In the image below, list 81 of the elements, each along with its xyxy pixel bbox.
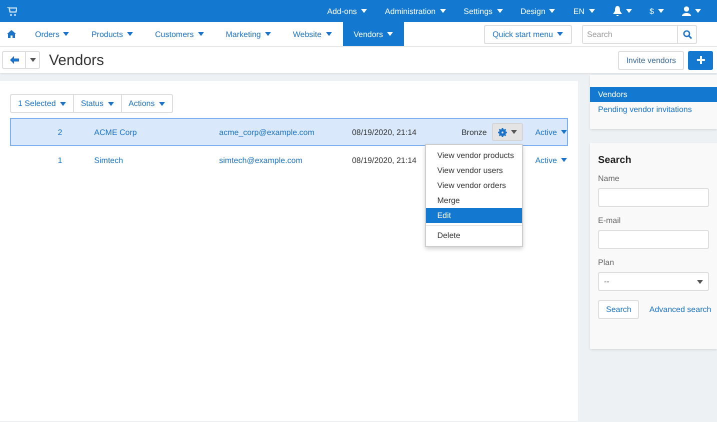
vendor-email-link[interactable]: simtech@example.com — [219, 156, 352, 164]
vendor-id: 1 — [56, 156, 62, 164]
field-label: E-mail — [598, 216, 622, 225]
vendor-email-link[interactable]: acme_corp@example.com — [219, 128, 352, 136]
sidebar-item[interactable]: Vendors — [590, 87, 717, 102]
caret-icon — [264, 32, 271, 36]
caret-icon — [549, 9, 556, 13]
registration-date: 08/19/2020, 21:14 — [352, 156, 418, 164]
caret-icon — [360, 9, 367, 13]
nav-tab[interactable]: Vendors — [342, 22, 404, 46]
caret-icon — [198, 32, 204, 36]
user-icon — [682, 6, 691, 16]
caret-icon — [588, 9, 595, 13]
bulk-dropdown-button[interactable]: 1 Selected — [11, 95, 73, 112]
cart-icon — [7, 6, 17, 16]
caret-icon — [127, 32, 134, 36]
page-title: Vendors — [49, 52, 104, 68]
top-menu-item[interactable]: EN — [565, 0, 603, 22]
nav-tab[interactable]: Orders — [24, 22, 80, 46]
home-icon — [7, 30, 16, 38]
search-field[interactable]: Search — [582, 24, 697, 44]
top-menu-item[interactable]: Add-ons — [319, 0, 375, 22]
caret-icon — [557, 32, 563, 36]
plan-select[interactable]: -- — [598, 272, 709, 291]
search-heading: Search — [598, 155, 632, 166]
menu-item[interactable]: View vendor users — [426, 163, 522, 178]
settings-button[interactable] — [492, 123, 524, 141]
top-menu-item[interactable]: Administration — [376, 0, 454, 22]
history-dropdown-button[interactable] — [25, 52, 39, 68]
caret-icon — [60, 102, 66, 106]
caret-icon — [658, 9, 664, 13]
bulk-dropdown-button[interactable]: Status — [72, 95, 120, 112]
nav-tab[interactable]: Products — [80, 22, 144, 46]
caret-icon — [511, 130, 518, 134]
caret-icon — [108, 102, 114, 106]
caret-icon — [386, 32, 393, 36]
menu-item[interactable]: Edit — [426, 208, 522, 223]
bulk-dropdown-button[interactable]: Actions — [120, 95, 172, 112]
add-button[interactable] — [688, 50, 713, 70]
invite-vendors-button[interactable]: Invite vendors — [618, 50, 684, 70]
input-field[interactable] — [598, 188, 709, 207]
caret-icon — [697, 280, 703, 284]
search-icon — [682, 30, 692, 38]
status-dropdown[interactable]: Active — [535, 128, 567, 136]
caret-icon — [30, 58, 36, 62]
advanced-search-link[interactable]: Advanced search — [649, 305, 712, 314]
menu-item[interactable]: Merge — [426, 193, 522, 208]
bell-icon — [612, 6, 622, 16]
vendor-id: 2 — [56, 128, 62, 136]
top-menu-item[interactable]: Design — [512, 0, 564, 22]
status-dropdown[interactable]: Active — [535, 156, 567, 164]
caret-icon — [326, 32, 332, 36]
menu-item[interactable]: View vendor products — [426, 148, 522, 163]
sidebar-item[interactable]: Pending vendor invitations — [590, 102, 717, 117]
vendor-name-link[interactable]: ACME Corp — [94, 128, 220, 136]
caret-icon — [496, 9, 503, 13]
nav-tab[interactable]: Marketing — [214, 22, 282, 46]
settings-icon — [498, 128, 508, 136]
caret-icon — [440, 9, 446, 13]
caret-icon — [158, 102, 165, 106]
search-button[interactable]: Search — [598, 300, 640, 319]
field-label: Name — [598, 174, 620, 183]
plus-icon — [696, 56, 704, 64]
caret-icon — [63, 32, 70, 36]
menu-item[interactable]: View vendor orders — [426, 178, 522, 193]
field-label: Plan — [598, 258, 616, 267]
registration-date: 08/19/2020, 21:14 — [352, 128, 418, 136]
quick-start-button[interactable]: Quick start menu — [484, 24, 572, 44]
vendor-name-link[interactable]: Simtech — [94, 156, 220, 164]
input-field[interactable] — [598, 230, 709, 249]
top-menu-item[interactable]: Settings — [456, 0, 511, 22]
nav-tab[interactable]: Website — [282, 22, 343, 46]
top-menu-item[interactable]: $ — [642, 0, 672, 22]
nav-tab[interactable]: Customers — [144, 22, 215, 46]
menu-item[interactable]: Delete — [426, 228, 522, 243]
arrow-left-icon — [10, 56, 18, 64]
caret-icon — [561, 130, 567, 134]
caret-icon — [695, 9, 701, 13]
caret-icon — [626, 9, 632, 13]
vendor-plan: Bronze — [461, 128, 487, 136]
caret-icon — [561, 158, 567, 162]
